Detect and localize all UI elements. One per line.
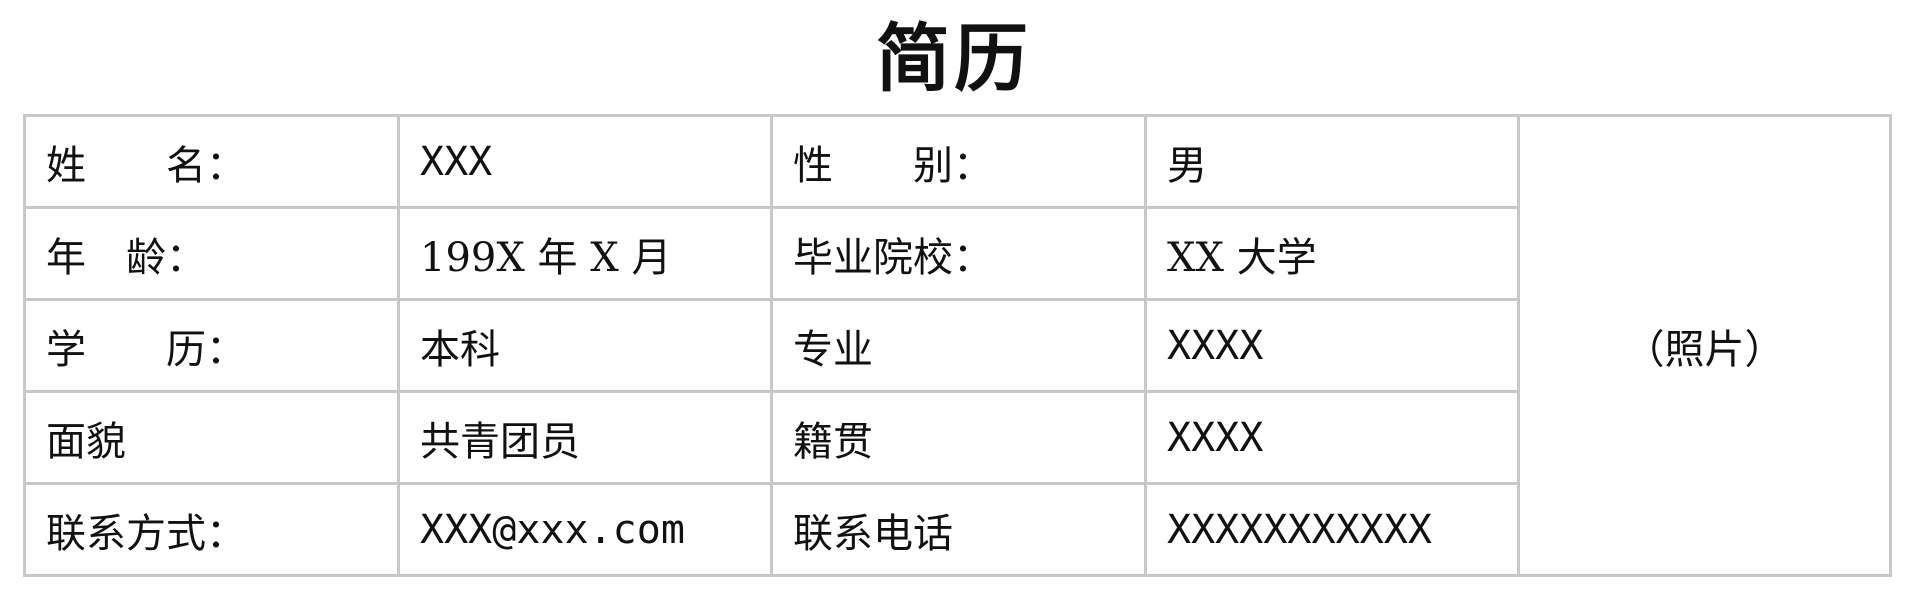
education-label: 学 历：: [23, 298, 400, 393]
hometown-value: XXXX: [1144, 390, 1520, 485]
age-value: 199X 年 X 月: [397, 206, 773, 301]
education-value: 本科: [397, 298, 773, 393]
school-value: XX 大学: [1144, 206, 1520, 301]
political-status-value: 共青团员: [397, 390, 773, 485]
resume-title: 简历: [876, 16, 1032, 102]
gender-label: 性 别：: [770, 114, 1147, 209]
political-status-label: 面貌: [23, 390, 400, 485]
name-label: 姓 名：: [23, 114, 400, 209]
age-label: 年 龄：: [23, 206, 400, 301]
contact-label: 联系方式：: [23, 482, 400, 577]
name-value: XXX: [397, 114, 773, 209]
gender-value: 男: [1144, 114, 1520, 209]
resume-table: 姓 名： XXX 性 别： 男 （照片） 年 龄： 199X 年 X 月 毕业院…: [23, 114, 1892, 577]
photo-placeholder: （照片）: [1517, 114, 1892, 577]
school-label: 毕业院校：: [770, 206, 1147, 301]
email-value: XXX@xxx.com: [397, 482, 773, 577]
phone-value: XXXXXXXXXXX: [1144, 482, 1520, 577]
phone-label: 联系电话: [770, 482, 1147, 577]
major-label: 专业: [770, 298, 1147, 393]
major-value: XXXX: [1144, 298, 1520, 393]
hometown-label: 籍贯: [770, 390, 1147, 485]
table-row: 姓 名： XXX 性 别： 男 （照片）: [23, 114, 1892, 577]
